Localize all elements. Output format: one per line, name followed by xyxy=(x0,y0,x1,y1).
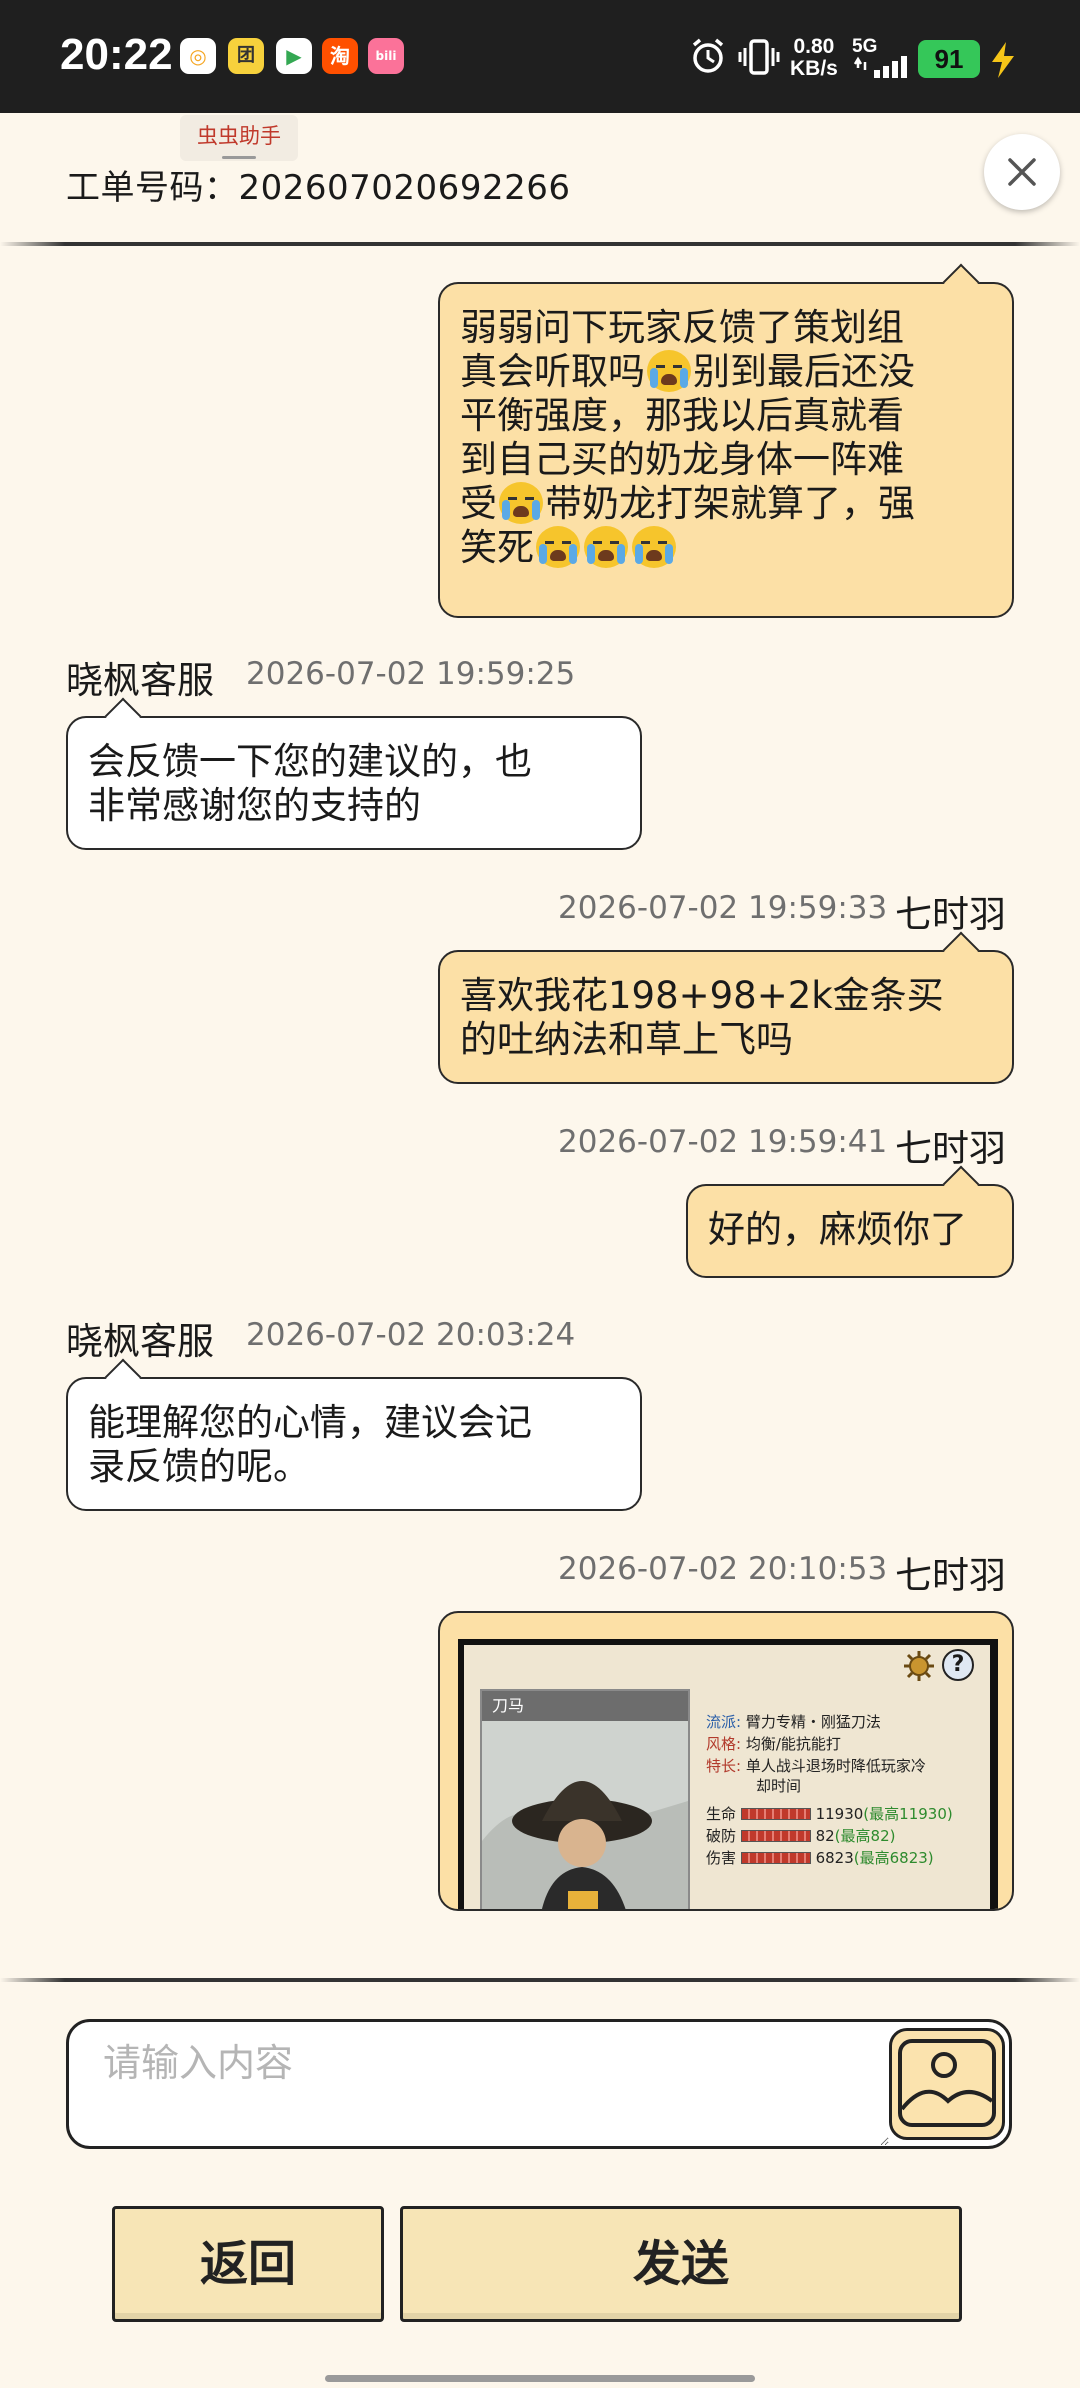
stat-defense: 破防 82(最高82) xyxy=(706,1827,896,1845)
crying-emoji-icon xyxy=(632,526,676,568)
game-screenshot-image[interactable]: 刀马 流派: 臂力专精・刚猛刀法 风格: 均衡/能抗能打 特长: 单人战斗退场时… xyxy=(458,1639,998,1909)
helper-tag: 虫虫助手 xyxy=(180,115,298,161)
vibrate-icon xyxy=(738,39,780,75)
back-button[interactable]: 返回 xyxy=(112,2206,384,2322)
crying-emoji-icon xyxy=(536,526,580,568)
message-timestamp: 2026-07-02 19:59:33 xyxy=(558,890,888,926)
sender-name: 七时羽 xyxy=(895,1554,1006,1597)
sender-name: 七时羽 xyxy=(895,1127,1006,1170)
stat-line: 流派: 臂力专精・刚猛刀法 xyxy=(706,1713,881,1731)
message-timestamp: 2026-07-02 19:59:41 xyxy=(558,1124,888,1160)
help-icon: ? xyxy=(942,1649,974,1681)
stat-damage-bar xyxy=(740,1852,811,1864)
alarm-icon xyxy=(692,38,724,73)
character-portrait: 刀马 xyxy=(480,1689,690,1909)
header-divider xyxy=(0,242,1080,246)
chat-bubble-sent: 喜欢我花198+98+2k金条买 的吐纳法和草上飞吗 xyxy=(438,931,1014,1084)
status-bar: 20:22 ◎ 团 ▶ 淘 bili 0.80 KB/s 5G 91 xyxy=(0,0,1080,113)
message-input[interactable] xyxy=(69,2022,889,2146)
stat-damage: 伤害 6823(最高6823) xyxy=(706,1849,934,1867)
gear-icon xyxy=(904,1651,934,1681)
chat-image-bubble[interactable]: 刀马 流派: 臂力专精・刚猛刀法 风格: 均衡/能抗能打 特长: 单人战斗退场时… xyxy=(438,1611,1014,1911)
charging-icon xyxy=(992,42,1014,78)
screen: 20:22 ◎ 团 ▶ 淘 bili 0.80 KB/s 5G 91 虫虫助手 … xyxy=(0,0,1080,2388)
net-speed: 0.80 KB/s xyxy=(790,35,838,80)
sender-name: 晓枫客服 xyxy=(66,1320,214,1363)
image-picker-button[interactable] xyxy=(889,2028,1005,2140)
sender-name: 七时羽 xyxy=(895,893,1006,936)
stat-hp-bar xyxy=(740,1808,811,1820)
crying-emoji-icon xyxy=(499,482,543,524)
send-button[interactable]: 发送 xyxy=(400,2206,962,2322)
chat-bubble-sent: 好的，麻烦你了 xyxy=(686,1165,1014,1278)
network-type: 5G xyxy=(852,36,878,57)
sender-name: 晓枫客服 xyxy=(66,659,214,702)
message-composer xyxy=(66,2019,1012,2149)
ticket-number: 工单号码：202607020692266 xyxy=(66,168,571,208)
message-timestamp: 2026-07-02 20:10:53 xyxy=(558,1551,888,1587)
stat-hp: 生命 11930(最高11930) xyxy=(706,1805,953,1823)
stat-line: 特长: 单人战斗退场时降低玩家冷 xyxy=(706,1757,926,1775)
play-store-icon: ▶ xyxy=(276,38,312,74)
home-indicator[interactable] xyxy=(325,2375,755,2382)
crying-emoji-icon xyxy=(647,350,691,392)
signal-icon xyxy=(853,56,907,78)
taobao-icon: 淘 xyxy=(322,38,358,74)
battery-level: 91 xyxy=(918,40,980,78)
close-button[interactable] xyxy=(984,134,1060,210)
image-icon xyxy=(898,2039,996,2127)
chat-bubble-received: 能理解您的心情，建议会记 录反馈的呢。 xyxy=(66,1358,642,1511)
close-icon xyxy=(1008,158,1036,186)
chat-bubble-sent: 弱弱问下玩家反馈了策划组 真会听取吗 别到最后还没 平衡强度，那我以后真就看 到自… xyxy=(438,263,1014,618)
app-icon-2: 团 xyxy=(228,38,264,74)
app-icon-1: ◎ xyxy=(180,38,216,74)
stat-line: 却时间 xyxy=(756,1777,802,1795)
composer-divider xyxy=(0,1978,1080,1982)
message-timestamp: 2026-07-02 20:03:24 xyxy=(246,1317,576,1353)
tag-underline xyxy=(222,156,256,159)
status-time: 20:22 xyxy=(60,30,173,79)
message-timestamp: 2026-07-02 19:59:25 xyxy=(246,656,576,692)
crying-emoji-icon xyxy=(584,526,628,568)
stat-defense-bar xyxy=(740,1830,811,1842)
bilibili-icon: bili xyxy=(368,38,404,74)
stat-line: 风格: 均衡/能抗能打 xyxy=(706,1735,841,1753)
chat-bubble-received: 会反馈一下您的建议的，也 非常感谢您的支持的 xyxy=(66,697,642,850)
